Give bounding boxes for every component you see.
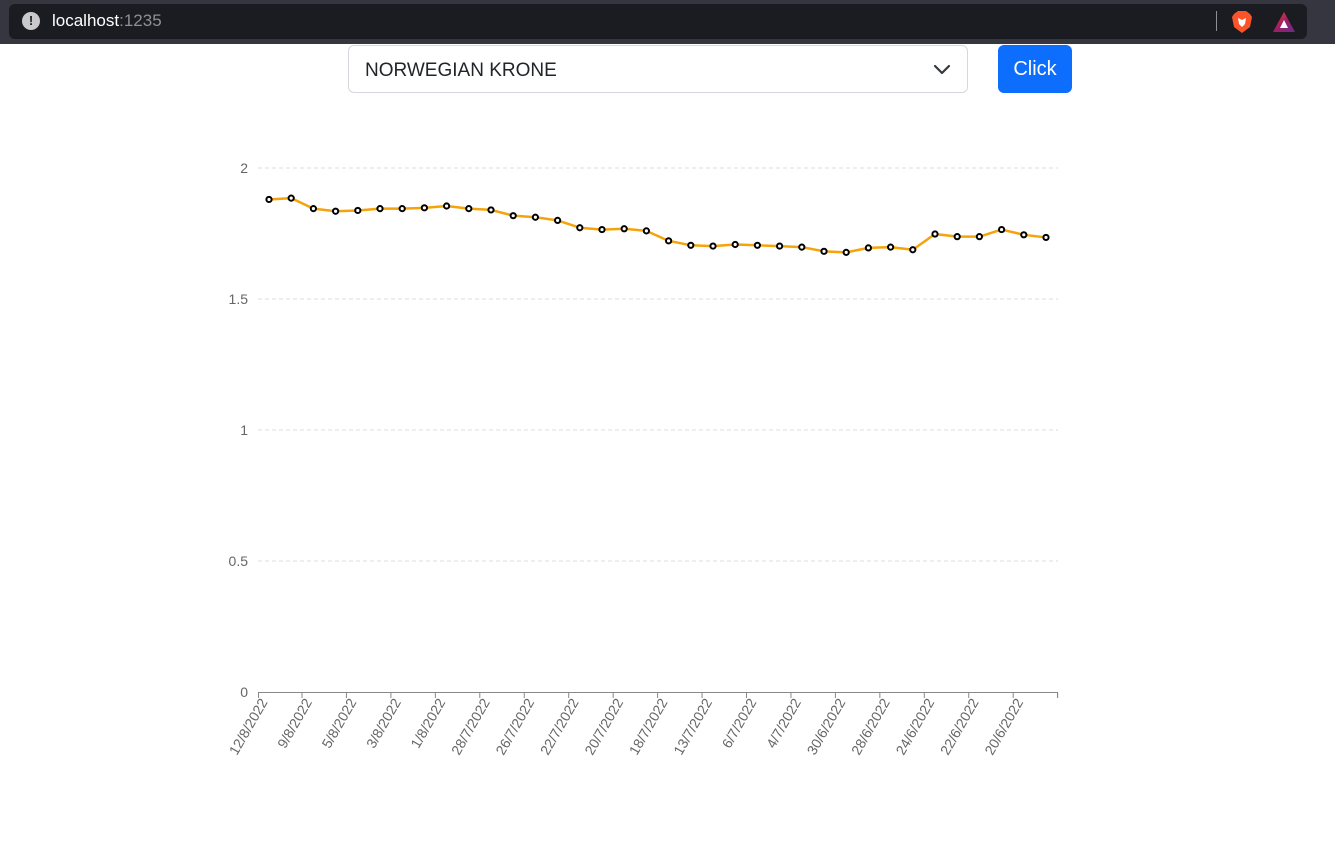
data-point <box>332 207 340 215</box>
y-tick-label: 1 <box>240 422 248 438</box>
x-tick-label: 24/6/2022 <box>892 695 937 757</box>
data-point <box>798 243 806 251</box>
data-point <box>509 212 517 220</box>
toolbar-divider <box>1216 11 1217 31</box>
x-tick-label: 13/7/2022 <box>670 695 715 757</box>
x-tick-label: 4/7/2022 <box>763 695 804 750</box>
x-tick-label: 28/6/2022 <box>848 695 893 757</box>
x-tick-label: 30/6/2022 <box>803 695 848 757</box>
data-point <box>554 216 562 224</box>
data-point <box>864 244 873 252</box>
data-point <box>776 242 784 250</box>
brave-shield-icon[interactable] <box>1231 10 1253 34</box>
brave-rewards-icon[interactable] <box>1272 11 1296 33</box>
data-point <box>398 205 406 213</box>
data-point <box>1020 231 1028 239</box>
exchange-rate-chart: 0 0.5 1 1.5 2 12/8/2022 9/8/2022 5/8/2022 3/8/20… <box>226 160 1059 757</box>
data-point <box>620 225 628 233</box>
x-tick-label: 9/8/2022 <box>274 695 315 750</box>
chart-axes: 0 0.5 1 1.5 2 12/8/2022 9/8/2022 5/8/2022 3/8/20… <box>226 160 1059 757</box>
data-point <box>354 206 362 215</box>
data-point <box>909 246 917 254</box>
data-point <box>1042 233 1050 242</box>
data-point <box>887 243 895 251</box>
data-point <box>931 230 939 238</box>
data-point <box>842 248 850 256</box>
x-tick-label: 18/7/2022 <box>626 695 671 757</box>
x-tick-label: 1/8/2022 <box>407 695 448 750</box>
data-point <box>598 225 606 234</box>
data-point <box>665 237 673 245</box>
y-tick-label: 1.5 <box>229 291 249 307</box>
click-button[interactable]: Click <box>998 45 1072 93</box>
data-point <box>953 233 961 241</box>
x-tick-label: 26/7/2022 <box>492 695 537 757</box>
currency-select[interactable]: NORWEGIAN KRONE <box>348 45 968 93</box>
chart-grid <box>258 167 1058 562</box>
chevron-down-icon <box>933 64 951 75</box>
info-icon[interactable]: ! <box>22 12 40 30</box>
x-tick-label: 3/8/2022 <box>363 695 404 750</box>
x-tick-label: 6/7/2022 <box>718 695 759 750</box>
browser-toolbar: ! localhost:1235 <box>0 0 1335 44</box>
data-point <box>642 227 651 235</box>
y-tick-label: 0 <box>240 684 248 700</box>
data-point <box>265 195 273 204</box>
data-point <box>376 205 384 213</box>
url-port: :1235 <box>119 11 162 30</box>
data-point <box>753 241 762 249</box>
x-tick-label: 20/6/2022 <box>981 695 1026 757</box>
y-tick-label: 0.5 <box>229 553 249 569</box>
data-point <box>465 205 473 213</box>
data-point <box>820 247 828 255</box>
y-tick-label: 2 <box>240 160 248 176</box>
url-host: localhost <box>52 11 120 30</box>
x-tick-label: 20/7/2022 <box>581 695 626 757</box>
chart-series <box>265 194 1050 256</box>
url-text[interactable]: localhost:1235 <box>52 11 162 31</box>
data-point <box>531 213 540 221</box>
data-point <box>998 225 1006 234</box>
currency-select-value: NORWEGIAN KRONE <box>365 60 557 81</box>
x-tick-label: 12/8/2022 <box>226 695 271 757</box>
series-line <box>268 196 1047 254</box>
data-point <box>287 194 295 202</box>
data-point <box>576 224 584 232</box>
data-point <box>975 233 984 241</box>
data-point <box>309 205 317 213</box>
address-bar[interactable] <box>9 4 1307 39</box>
x-tick-label: 22/7/2022 <box>537 695 582 757</box>
data-point <box>709 242 717 250</box>
data-point <box>687 241 695 249</box>
data-point <box>443 202 451 210</box>
x-tick-label: 28/7/2022 <box>448 695 493 757</box>
data-point <box>487 206 495 214</box>
x-tick-label: 22/6/2022 <box>937 695 982 757</box>
x-tick-label: 5/8/2022 <box>318 695 359 750</box>
data-point <box>420 204 428 212</box>
data-point <box>731 240 739 249</box>
